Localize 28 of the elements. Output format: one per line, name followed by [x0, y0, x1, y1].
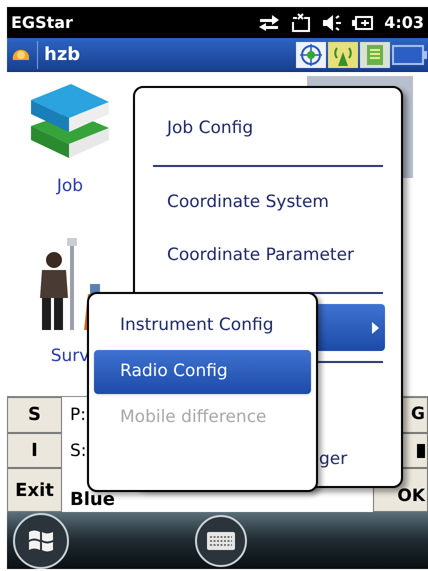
battery-plug-icon[interactable]: [352, 14, 374, 30]
launcher-label[interactable]: Job: [56, 174, 84, 200]
side-button[interactable]: Exit: [7, 468, 62, 512]
menu-item[interactable]: Job Config: [151, 102, 385, 155]
keyboard-button[interactable]: [195, 514, 247, 566]
sync-arrows-icon[interactable]: [258, 14, 280, 32]
info-label: S:: [70, 440, 87, 463]
info-label: P:: [70, 404, 86, 427]
window-title: hzb: [44, 43, 80, 67]
speaker-mute-icon[interactable]: [322, 14, 342, 32]
target-icon[interactable]: [296, 42, 326, 68]
submenu-item[interactable]: Instrument Config: [94, 304, 311, 348]
keyboard-icon: [207, 532, 235, 550]
menu-item[interactable]: ger: [319, 446, 348, 472]
launcher-label[interactable]: Surv: [50, 344, 90, 370]
windows-logo-icon: [27, 528, 55, 554]
menu-item[interactable]: Coordinate System: [151, 176, 385, 230]
antenna-signal-icon[interactable]: [328, 42, 358, 68]
mode-label: Blue: [70, 490, 115, 510]
side-button[interactable]: I: [7, 432, 62, 468]
side-button[interactable]: S: [7, 397, 62, 433]
menu-item[interactable]: Coordinate Parameter: [151, 229, 385, 282]
square-icon: [417, 444, 425, 458]
submenu-arrow-icon: [372, 322, 379, 334]
submenu-item[interactable]: Radio Config: [94, 350, 311, 394]
window-close-icon[interactable]: [290, 12, 312, 32]
app-name: EGStar: [11, 12, 73, 34]
clock[interactable]: 4:03: [384, 10, 424, 34]
